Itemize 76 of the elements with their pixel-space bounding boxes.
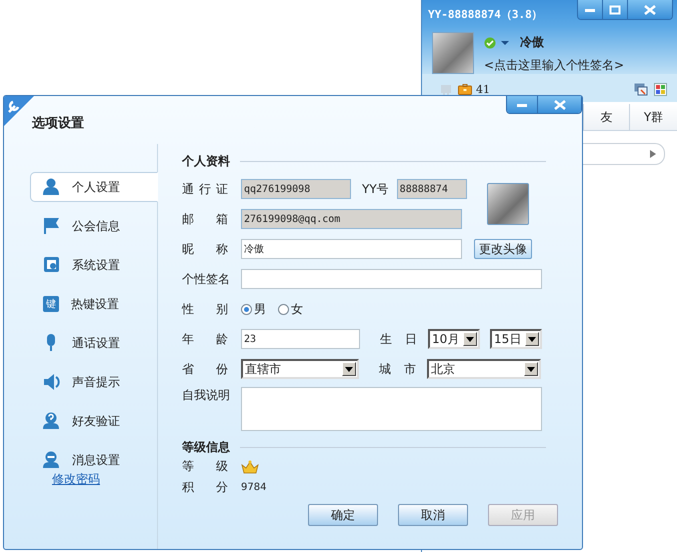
input-field[interactable]: qq276199098 [241, 179, 351, 199]
tab[interactable]: 友 [583, 104, 629, 130]
field-label: 邮 箱 [182, 210, 228, 228]
key-icon: 键 [43, 296, 59, 312]
field-label: 等 级 [182, 458, 228, 475]
dropdown[interactable]: 10月 [428, 329, 480, 349]
minimize-button[interactable] [578, 0, 603, 19]
field-label: YY号 [362, 180, 389, 198]
palette-icon [654, 82, 667, 96]
field-label: 个性签名 [182, 270, 228, 288]
close-icon [554, 100, 566, 110]
field-label: 省 份 [182, 360, 228, 378]
input-field[interactable]: 23 [241, 329, 360, 349]
wrench-icon [4, 96, 34, 126]
input-field[interactable]: 276199098@qq.com [241, 209, 462, 229]
caret-icon [345, 366, 353, 372]
caret-icon [528, 336, 536, 342]
caret-icon [527, 366, 535, 372]
window-icon [43, 256, 60, 274]
sidebar-item[interactable]: 通话设置 [30, 328, 158, 358]
change-password-link[interactable]: 修改密码 [52, 471, 100, 488]
speaker-icon [43, 373, 60, 391]
close-icon [644, 4, 656, 14]
flag-icon [43, 217, 60, 235]
window-icon [634, 82, 648, 96]
radio-option[interactable]: 男 [241, 300, 266, 318]
minimize-button[interactable] [507, 96, 538, 113]
sidebar-item[interactable]: 键 热键设置 [30, 289, 158, 319]
sidebar-item[interactable]: 系统设置 [30, 250, 158, 280]
section-heading: 等级信息 [182, 438, 230, 456]
dialog-button[interactable]: 取消 [398, 504, 468, 526]
dialog-title: 选项设置 [32, 115, 85, 132]
input-field[interactable]: 冷傲 [241, 239, 462, 259]
field-label: 年 龄 [182, 330, 228, 348]
section-heading: 个人资料 [182, 152, 230, 170]
caret-icon [466, 336, 474, 342]
close-button[interactable] [628, 0, 672, 19]
dialog-button[interactable]: 确定 [308, 504, 378, 526]
person-minus-icon [43, 451, 60, 469]
sidebar-item[interactable]: 公会信息 [30, 211, 158, 241]
sidebar-item[interactable]: 个人设置 [30, 172, 158, 202]
field-label: 自我说明 [182, 387, 228, 404]
nickname: 冷傲 [520, 34, 544, 51]
text-area[interactable] [241, 387, 542, 431]
play-icon [650, 150, 656, 158]
crown-icon [241, 460, 259, 474]
coin-count: 41 [476, 82, 490, 96]
sidebar-item[interactable]: 声音提示 [30, 367, 158, 397]
field-label: 昵 称 [182, 240, 228, 258]
maximize-icon [609, 4, 621, 14]
signature-prompt[interactable]: <点击这里输入个性签名> [484, 57, 624, 74]
dropdown[interactable]: 直辖市 [241, 359, 359, 379]
online-status-icon [484, 36, 496, 48]
avatar-image[interactable] [432, 32, 474, 74]
person-icon [43, 178, 60, 196]
dropdown[interactable]: 15日 [490, 329, 542, 349]
field-label: 性 别 [182, 300, 228, 318]
field-label: 积 分 [182, 479, 228, 496]
input-field[interactable]: 88888874 [396, 179, 467, 199]
question-person-icon [43, 412, 60, 430]
maximize-button[interactable] [603, 0, 628, 19]
avatar-image [486, 183, 529, 225]
caret-icon [501, 40, 509, 46]
dropdown[interactable]: 北京 [427, 359, 541, 379]
input-field[interactable] [241, 269, 542, 289]
close-button[interactable] [538, 96, 581, 113]
field-label: 通 行 证 [182, 180, 228, 198]
field-label: 生 日 [380, 330, 417, 348]
radio-option[interactable]: 女 [278, 300, 303, 318]
sidebar-item[interactable]: 好友验证 [30, 406, 158, 436]
points-value: 9784 [241, 482, 266, 493]
briefcase-icon [458, 84, 472, 94]
tab[interactable]: Y群 [629, 104, 677, 130]
field-label: 城 市 [379, 360, 416, 378]
change-avatar-button[interactable]: 更改头像 [474, 239, 532, 259]
window-title: YY-88888874（3.8） [427, 7, 543, 22]
